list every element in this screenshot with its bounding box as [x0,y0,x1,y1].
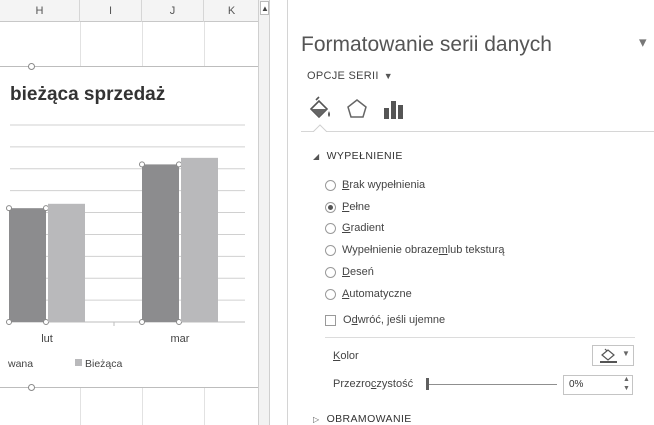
radio-gradient-fill[interactable]: Gradient [325,220,384,236]
option-label: lub teksturą [447,244,505,256]
vertical-scrollbar[interactable]: ▲ [258,0,270,425]
border-section-title: OBRAMOWANIE [326,413,412,425]
radio-automatic-fill[interactable]: Automatyczne [325,286,412,302]
radio-button[interactable] [325,201,336,213]
pane-title: Formatowanie serii danych [301,33,552,56]
chevron-down-icon: ▼ [383,71,393,81]
series-options-dropdown[interactable]: OPCJE SERII ▼ [307,70,393,82]
chart-bar [142,164,179,322]
transparency-label: Przezroczystość [333,378,413,390]
tabs-divider [301,131,654,132]
option-label: wróć, jeśli ujemne [357,314,446,326]
chart-category-label: lut [41,333,53,345]
option-label-accesskey: A [342,288,350,300]
radio-no-fill[interactable]: Brak wypełnienia [325,177,425,193]
series-options-label: OPCJE SERII [307,70,379,82]
bar-selection-handle [6,319,12,325]
chevron-down-icon: ▼ [622,349,630,358]
chart-bar [9,208,46,322]
option-label: olor [340,350,359,362]
radio-button[interactable] [325,222,336,234]
option-label: O [343,314,352,326]
radio-picture-fill[interactable]: Wypełnienie obraze m lub teksturą [325,242,505,258]
pane-options-chevron-icon[interactable]: ▾ [639,33,647,51]
bar-selection-handle [139,161,145,168]
chart-bar [181,157,218,322]
fill-color-picker[interactable]: ▼ [592,345,634,366]
option-label: zystość [376,378,414,390]
border-section-header[interactable]: ▷ OBRAMOWANIE [313,413,412,425]
fill-line-icon[interactable] [307,96,333,122]
option-label: Przezro [333,378,371,390]
checkbox[interactable] [325,314,336,326]
scroll-up-arrow-icon[interactable]: ▲ [260,1,269,15]
fill-section-header[interactable]: ◢ WYPEŁNIENIE [313,150,403,162]
expand-triangle-icon: ▷ [313,415,320,424]
legend-swatch [75,359,82,366]
radio-pattern-fill[interactable]: Deseń [325,264,374,280]
radio-button[interactable] [325,288,336,300]
series-options-icon[interactable] [381,96,405,122]
option-label: Wypełnienie obraze [342,244,439,256]
transparency-slider-thumb[interactable] [426,378,429,390]
fill-section-title: WYPEŁNIENIE [326,150,403,162]
legend-entry-label: wana [7,358,33,370]
effects-icon[interactable] [345,96,369,122]
option-label: rak wypełnienia [349,179,426,191]
option-label-accesskey: P [342,201,350,213]
bar-selection-handle [176,161,182,168]
chart-category-label: mar [171,333,190,345]
color-label: Kolor [333,350,359,362]
option-label-accesskey: B [342,179,350,191]
option-label-accesskey: G [342,222,351,234]
bar-selection-handle [176,319,182,325]
transparency-value: 0% [569,379,584,390]
paint-bucket-icon [600,348,617,363]
option-label-accesskey: m [438,244,448,256]
radio-button[interactable] [325,244,336,256]
radio-button[interactable] [325,179,336,191]
legend-entry-label: Bieżąca [85,358,123,370]
chart-bar [48,203,85,322]
option-label: utomatyczne [349,288,412,300]
collapse-triangle-icon: ◢ [313,152,320,161]
transparency-input[interactable]: 0% ▲ ▼ [563,375,633,395]
bar-selection-handle [139,319,145,325]
option-label: radient [350,222,385,234]
option-label-accesskey: D [342,266,350,278]
spin-up-icon[interactable]: ▲ [623,376,630,384]
bar-selection-handle [43,319,49,325]
section-divider [325,337,635,338]
transparency-slider[interactable] [427,384,557,385]
pane-divider [270,0,288,425]
chart-plot[interactable]: lut mar wana Bieżąca [0,0,258,425]
bar-selection-handle [43,205,49,212]
spin-down-icon[interactable]: ▼ [623,385,630,393]
option-label: eseń [349,266,374,278]
radio-button[interactable] [325,266,336,278]
format-data-series-pane: Formatowanie serii danych ▾ OPCJE SERII ▼… [289,0,654,425]
radio-solid-fill[interactable]: Pełne [325,199,370,215]
bar-selection-handle [6,205,12,212]
active-tab-caret [313,124,327,132]
spreadsheet-area: H I J K bieżąca sprzedaż lut mar wana Bieżą… [0,0,258,425]
option-label: ełne [349,201,371,213]
invert-if-negative-checkbox[interactable]: Od wróć, jeśli ujemne [325,312,445,328]
